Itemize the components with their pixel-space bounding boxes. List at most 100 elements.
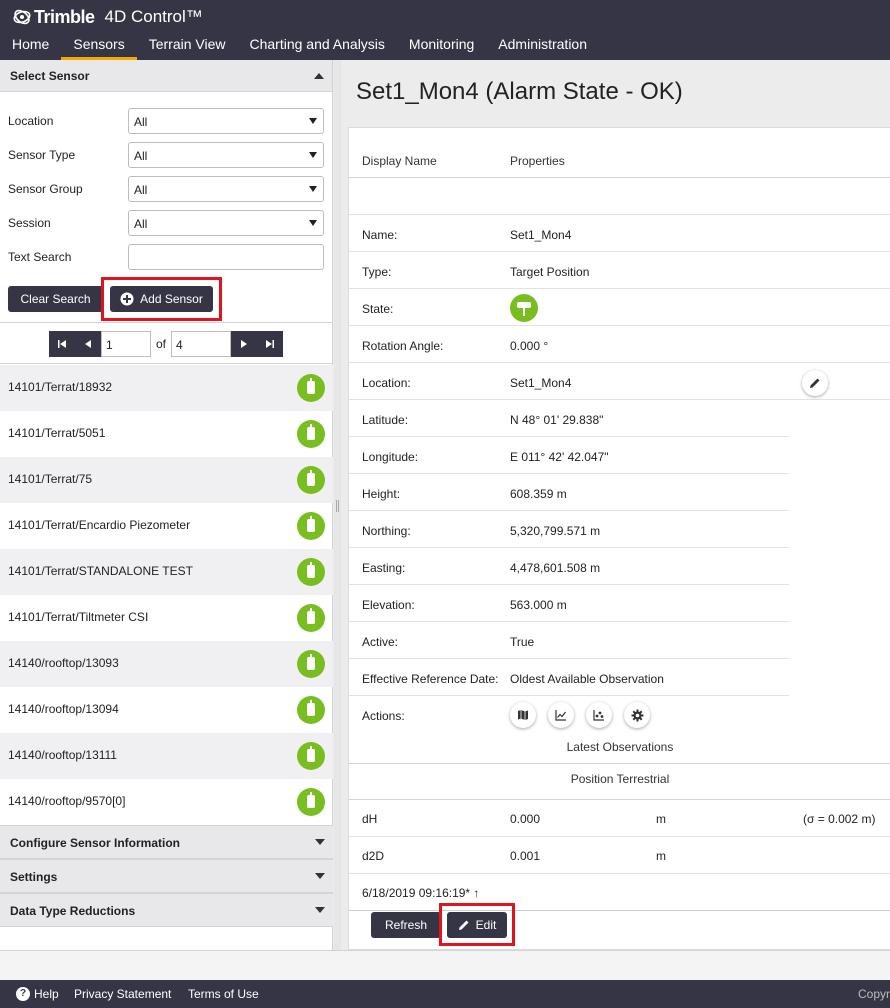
nav-terrain-view[interactable]: Terrain View [137, 30, 238, 60]
sensor-row[interactable]: 14140/rooftop/13093 [0, 641, 333, 687]
trimble-globe-icon [13, 9, 31, 25]
plus-circle-icon [120, 292, 134, 306]
data-type-reductions-header[interactable]: Data Type Reductions [0, 893, 333, 927]
panel-splitter[interactable] [334, 60, 341, 950]
prev-page-icon[interactable] [75, 331, 101, 357]
sensor-row[interactable]: 14101/Terrat/Tiltmeter CSI [0, 595, 333, 641]
line-chart-icon [555, 710, 566, 721]
property-value: True [510, 635, 535, 649]
last-page-icon[interactable] [257, 331, 283, 357]
observation-value: 0.001 [510, 849, 541, 863]
nav-monitoring[interactable]: Monitoring [397, 30, 486, 60]
add-sensor-label: Add Sensor [140, 292, 203, 306]
nav-charting-analysis[interactable]: Charting and Analysis [238, 30, 397, 60]
scatter-action-button[interactable] [586, 702, 612, 728]
sensor-row[interactable]: 14140/rooftop/13111 [0, 733, 333, 779]
sensor-status-icon [297, 420, 325, 448]
main-nav: Home Sensors Terrain View Charting and A… [0, 30, 599, 60]
edit-label: Edit [475, 918, 497, 932]
sensor-status-icon [297, 696, 325, 724]
sensor-type-select[interactable]: All [128, 142, 324, 168]
observation-row-d2d: d2D 0.001 m [349, 837, 890, 874]
help-icon[interactable]: ? [16, 987, 30, 1001]
settings-header[interactable]: Settings [0, 859, 333, 893]
property-row-name: Name: Set1_Mon4 [349, 215, 890, 252]
settings-action-button[interactable] [624, 702, 650, 728]
sensor-row[interactable]: 14101/Terrat/STANDALONE TEST [0, 549, 333, 595]
display-name-column: Display Name [362, 154, 437, 168]
refresh-button[interactable]: Refresh [371, 912, 441, 938]
chart-action-button[interactable] [548, 702, 574, 728]
page-title: Set1_Mon4 (Alarm State - OK) [356, 78, 683, 105]
sensor-name: 14140/rooftop/13094 [8, 702, 119, 716]
terms-of-use-link[interactable]: Terms of Use [188, 987, 259, 1001]
nav-administration[interactable]: Administration [486, 30, 599, 60]
property-label: Northing: [362, 524, 411, 538]
observation-unit: m [656, 849, 666, 863]
brand: Trimble 4D Control™ [12, 6, 203, 28]
property-label: Height: [362, 487, 401, 501]
pencil-icon [810, 378, 820, 388]
property-row-longitude: Longitude: E 011° 42' 42.047" [349, 437, 789, 474]
property-label: State: [362, 302, 394, 316]
observation-value: 0.000 [510, 812, 541, 826]
property-row-active: Active: True [349, 622, 789, 659]
app-name: 4D Control™ [104, 7, 203, 26]
dropdown-arrow-icon [309, 220, 317, 226]
first-page-icon[interactable] [49, 331, 75, 357]
sensor-status-icon [297, 374, 325, 402]
property-value: Target Position [510, 265, 590, 279]
sensor-name: 14101/Terrat/STANDALONE TEST [8, 564, 193, 578]
empty-row [349, 178, 890, 215]
dropdown-arrow-icon [309, 152, 317, 158]
configure-sensor-information-header[interactable]: Configure Sensor Information [0, 825, 333, 859]
property-row-state: State: [349, 289, 890, 326]
filter-sensor-group: Sensor Group All [8, 176, 324, 202]
filter-label: Text Search [8, 250, 72, 264]
page-number-input[interactable]: 1 [101, 331, 151, 357]
top-bar: Trimble 4D Control™ Home Sensors Terrain… [0, 0, 890, 60]
sensor-status-icon [297, 512, 325, 540]
filter-label: Session [8, 216, 51, 230]
edit-button[interactable]: Edit [447, 912, 507, 938]
position-terrestrial-header: Position Terrestrial [349, 764, 890, 800]
text-search-input[interactable] [128, 244, 324, 270]
property-label: Name: [362, 228, 398, 242]
map-icon [518, 710, 528, 720]
latest-observations-header: Latest Observations [349, 740, 890, 764]
sensor-row[interactable]: 14101/Terrat/5051 [0, 411, 333, 457]
select-value: All [134, 183, 148, 197]
nav-home[interactable]: Home [0, 30, 61, 60]
clear-search-button[interactable]: Clear Search [8, 286, 103, 312]
next-page-icon[interactable] [231, 331, 257, 357]
sensor-row[interactable]: 14101/Terrat/Encardio Piezometer [0, 503, 333, 549]
select-sensor-header[interactable]: Select Sensor [0, 60, 332, 92]
right-panel: Set1_Mon4 (Alarm State - OK) Display Nam… [341, 60, 890, 950]
map-action-button[interactable] [510, 702, 536, 728]
privacy-statement-link[interactable]: Privacy Statement [74, 987, 171, 1001]
observation-sigma: (σ = 0.002 m) [803, 812, 876, 826]
sensor-group-select[interactable]: All [128, 176, 324, 202]
sensor-row[interactable]: 14101/Terrat/18932 [0, 365, 333, 411]
property-value: Oldest Available Observation [510, 672, 664, 686]
location-select[interactable]: All [128, 108, 324, 134]
sensor-name: 14101/Terrat/Encardio Piezometer [8, 518, 191, 532]
edit-location-button[interactable] [802, 370, 828, 396]
observation-unit: m [656, 812, 666, 826]
sensor-row[interactable]: 14140/rooftop/13094 [0, 687, 333, 733]
observation-name: dH [362, 812, 378, 826]
observation-name: d2D [362, 849, 385, 863]
nav-sensors[interactable]: Sensors [61, 30, 137, 60]
filter-label: Location [8, 114, 54, 128]
sensor-row[interactable]: 14101/Terrat/75 [0, 457, 333, 503]
properties-column: Properties [510, 154, 565, 168]
help-link[interactable]: Help [34, 987, 59, 1001]
add-sensor-button[interactable]: Add Sensor [110, 286, 213, 312]
pager-of-label: of [156, 337, 167, 351]
section-title: Data Type Reductions [10, 904, 136, 918]
dropdown-arrow-icon [309, 186, 317, 192]
sensor-row[interactable]: 14140/rooftop/9570[0] [0, 779, 333, 825]
select-value: All [134, 149, 148, 163]
sensor-status-icon [297, 558, 325, 586]
session-select[interactable]: All [128, 210, 324, 236]
